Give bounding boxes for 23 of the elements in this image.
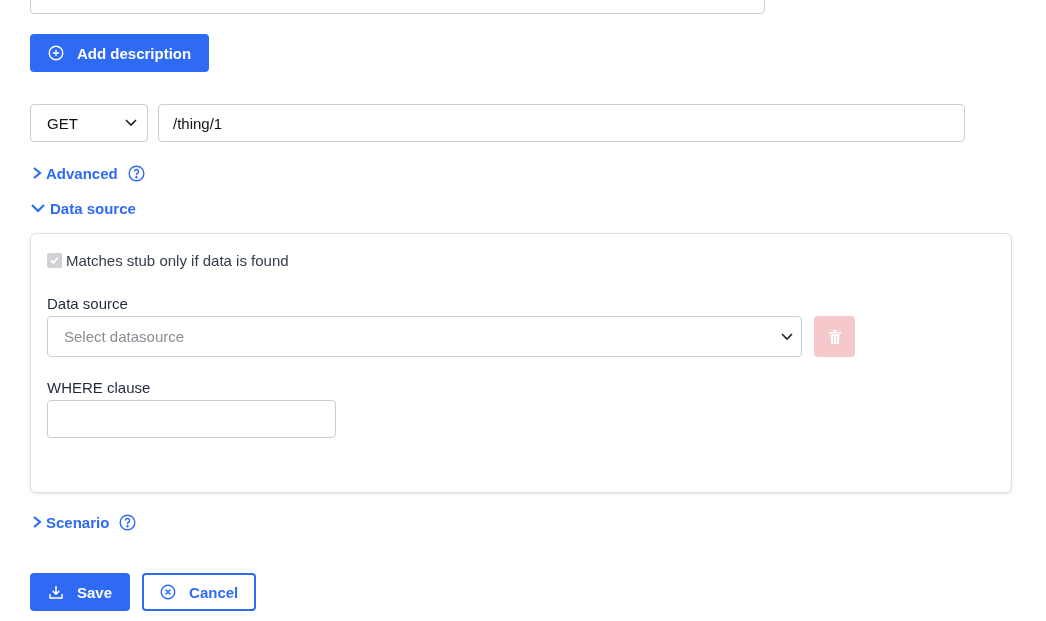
close-circle-icon bbox=[160, 584, 177, 600]
chevron-down-icon bbox=[125, 119, 137, 127]
datasource-select[interactable]: Select datasource bbox=[47, 316, 802, 357]
help-icon[interactable] bbox=[119, 513, 137, 531]
section-toggle[interactable]: Data source bbox=[30, 199, 136, 217]
method-select[interactable]: GET bbox=[30, 104, 148, 142]
url-field[interactable]: /thing/1 bbox=[158, 104, 965, 142]
help-icon[interactable] bbox=[127, 164, 145, 182]
plus-circle-icon bbox=[48, 45, 64, 61]
where-clause-field[interactable] bbox=[47, 400, 336, 438]
chevron-down-icon bbox=[30, 201, 46, 215]
chevron-down-icon bbox=[781, 332, 793, 341]
field-label: WHERE clause bbox=[47, 379, 152, 396]
checkbox-label: Matches stub only if data is found bbox=[66, 252, 289, 269]
save-button[interactable]: Save bbox=[30, 573, 131, 611]
section-toggle[interactable]: Scenario bbox=[30, 513, 110, 531]
add-description-button[interactable]: Add description bbox=[30, 34, 210, 72]
cancel-button[interactable]: Cancel bbox=[142, 573, 257, 611]
field-label: Data source bbox=[47, 295, 129, 312]
download-icon bbox=[48, 584, 64, 600]
section-toggle[interactable]: Advanced bbox=[30, 164, 118, 182]
checkmark-icon bbox=[50, 256, 59, 265]
trash-icon bbox=[828, 329, 841, 344]
